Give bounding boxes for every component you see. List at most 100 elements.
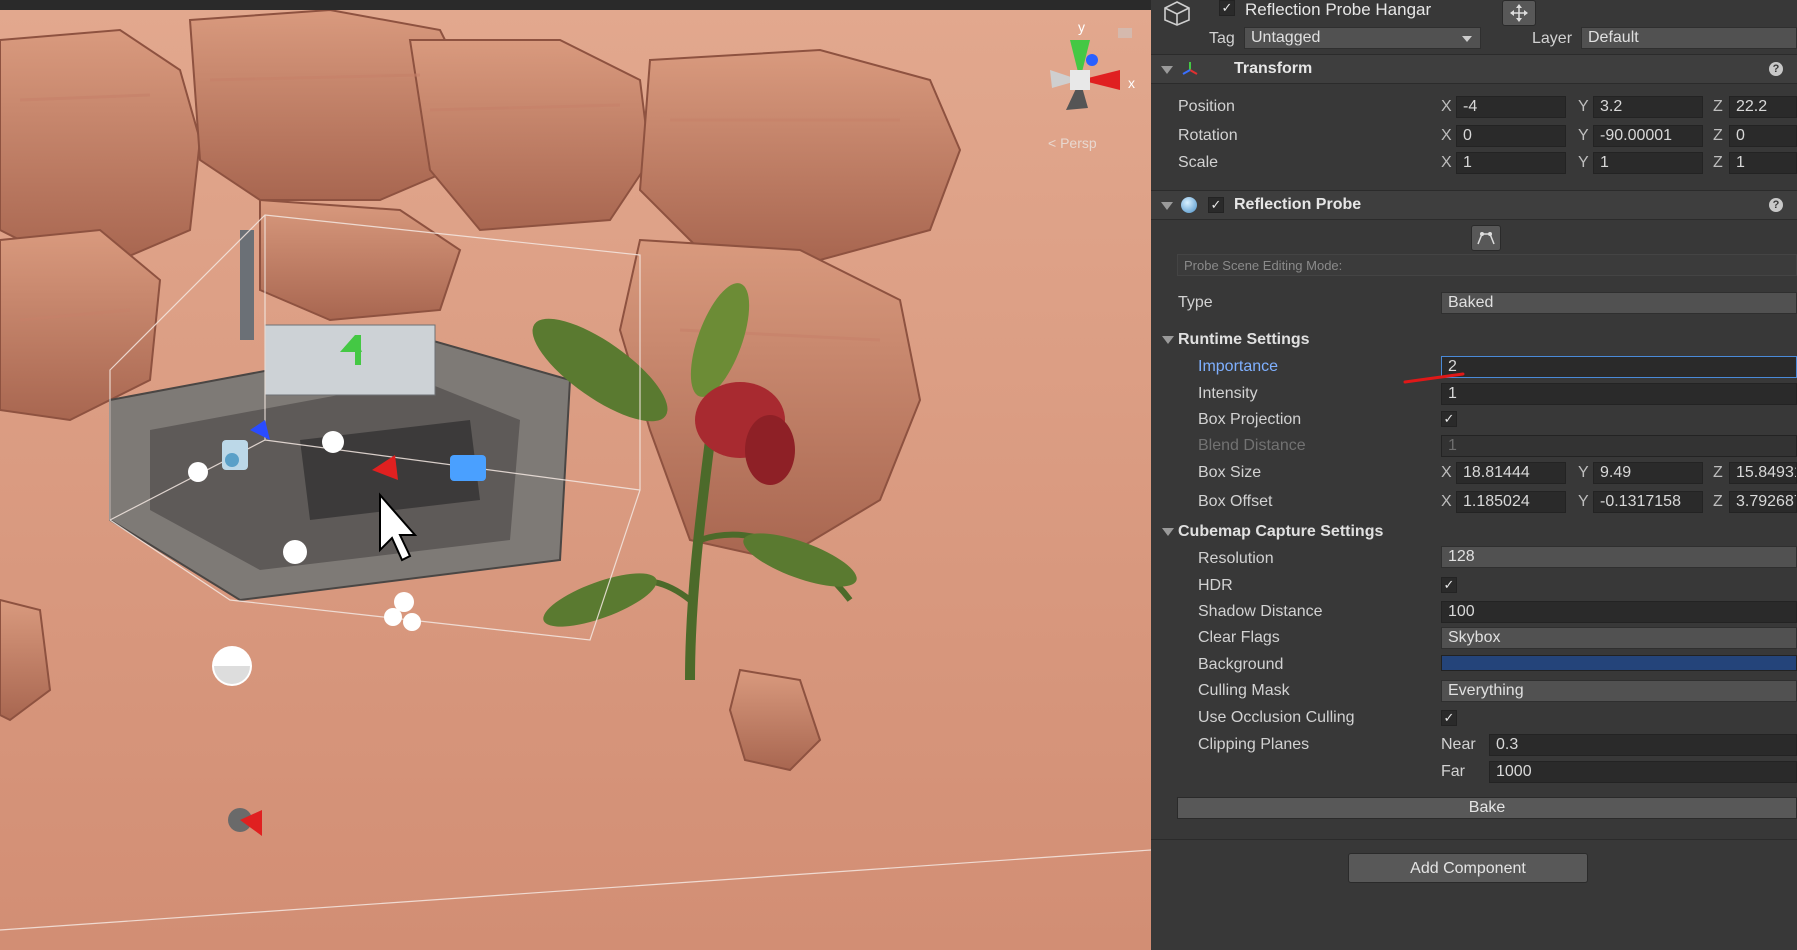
axis-x-label: X bbox=[1441, 98, 1452, 115]
tag-dropdown[interactable]: Untagged bbox=[1244, 27, 1481, 49]
cubemap-capture-title: Cubemap Capture Settings bbox=[1178, 523, 1384, 540]
far-label: Far bbox=[1441, 763, 1465, 780]
scale-z-field[interactable]: 1 bbox=[1729, 152, 1797, 174]
chevron-down-icon bbox=[1462, 36, 1472, 42]
clipping-planes-label: Clipping Planes bbox=[1198, 736, 1310, 753]
importance-label: Importance bbox=[1198, 358, 1279, 375]
near-label: Near bbox=[1441, 736, 1476, 753]
axis-y-label: Y bbox=[1578, 493, 1589, 510]
scale-y-field[interactable]: 1 bbox=[1593, 152, 1703, 174]
culling-mask-label: Culling Mask bbox=[1198, 682, 1290, 699]
add-component-button[interactable]: Add Component bbox=[1348, 853, 1588, 883]
rotation-y-field[interactable]: -90.00001 bbox=[1593, 125, 1703, 147]
shadow-distance-field[interactable]: 100 bbox=[1441, 601, 1797, 623]
axis-z-label: Z bbox=[1713, 127, 1723, 144]
reflection-probe-title: Reflection Probe bbox=[1234, 196, 1362, 213]
axis-y-label: Y bbox=[1578, 154, 1589, 171]
shadow-distance-label: Shadow Distance bbox=[1198, 603, 1323, 620]
box-size-z-field[interactable]: 15.84931 bbox=[1729, 462, 1797, 484]
axis-z-label: Z bbox=[1713, 464, 1723, 481]
culling-mask-dropdown[interactable]: Everything bbox=[1441, 680, 1797, 702]
position-x-field[interactable]: -4 bbox=[1456, 96, 1566, 118]
box-projection-checkbox[interactable]: ✓ bbox=[1441, 411, 1457, 427]
gizmo-y-label: y bbox=[1078, 19, 1085, 35]
tag-label: Tag bbox=[1209, 30, 1235, 47]
component-enabled-checkbox[interactable]: ✓ bbox=[1208, 197, 1224, 213]
rotation-label: Rotation bbox=[1178, 127, 1238, 144]
inspector-panel: ✓ Reflection Probe Hangar Tag Untagged L… bbox=[1151, 0, 1797, 950]
reflection-probe-icon bbox=[1181, 197, 1197, 213]
foldout-arrow-icon[interactable] bbox=[1161, 66, 1173, 74]
transform-title: Transform bbox=[1234, 60, 1313, 77]
layer-label: Layer bbox=[1532, 30, 1573, 47]
background-label: Background bbox=[1198, 656, 1284, 673]
foldout-arrow-icon[interactable] bbox=[1161, 202, 1173, 210]
occlusion-culling-checkbox[interactable]: ✓ bbox=[1441, 710, 1457, 726]
position-z-field[interactable]: 22.2 bbox=[1729, 96, 1797, 118]
axis-z-label: Z bbox=[1713, 493, 1723, 510]
axis-y-label: Y bbox=[1578, 464, 1589, 481]
axis-y-label: Y bbox=[1578, 98, 1589, 115]
object-name-field[interactable]: Reflection Probe Hangar bbox=[1245, 0, 1431, 20]
gameobject-cube-icon bbox=[1163, 0, 1191, 26]
axis-z-label: Z bbox=[1713, 154, 1723, 171]
box-size-x-field[interactable]: 18.81444 bbox=[1456, 462, 1566, 484]
divider bbox=[1151, 839, 1797, 840]
bake-button[interactable]: Bake bbox=[1177, 797, 1797, 819]
importance-field[interactable]: 2 bbox=[1441, 356, 1797, 378]
box-offset-z-field[interactable]: 3.792687 bbox=[1729, 491, 1797, 513]
blend-distance-label: Blend Distance bbox=[1198, 437, 1306, 454]
hdr-label: HDR bbox=[1198, 577, 1233, 594]
probe-editing-mode-box: Probe Scene Editing Mode: bbox=[1177, 254, 1797, 276]
scene-render[interactable]: y x bbox=[0, 0, 1151, 950]
occlusion-culling-label: Use Occlusion Culling bbox=[1198, 709, 1355, 726]
edit-origin-button[interactable] bbox=[1502, 0, 1536, 26]
box-size-label: Box Size bbox=[1198, 464, 1262, 481]
near-clip-field[interactable]: 0.3 bbox=[1489, 734, 1797, 756]
rotation-z-field[interactable]: 0 bbox=[1729, 125, 1797, 147]
scale-label: Scale bbox=[1178, 154, 1219, 171]
position-y-field[interactable]: 3.2 bbox=[1593, 96, 1703, 118]
clear-flags-label: Clear Flags bbox=[1198, 629, 1280, 646]
rotation-x-field[interactable]: 0 bbox=[1456, 125, 1566, 147]
axis-x-label: X bbox=[1441, 127, 1452, 144]
blend-distance-field: 1 bbox=[1441, 435, 1797, 457]
resolution-label: Resolution bbox=[1198, 550, 1274, 567]
perspective-toggle[interactable]: < Persp bbox=[1048, 135, 1097, 151]
axis-y-label: Y bbox=[1578, 127, 1589, 144]
box-projection-label: Box Projection bbox=[1198, 411, 1302, 428]
position-label: Position bbox=[1178, 98, 1235, 115]
axis-x-label: X bbox=[1441, 154, 1452, 171]
help-icon[interactable]: ? bbox=[1769, 198, 1783, 212]
resolution-dropdown[interactable]: 128 bbox=[1441, 546, 1797, 568]
edit-volume-icon bbox=[1477, 232, 1495, 245]
axis-x-label: X bbox=[1441, 493, 1452, 510]
clear-flags-dropdown[interactable]: Skybox bbox=[1441, 627, 1797, 649]
box-offset-x-field[interactable]: 1.185024 bbox=[1456, 491, 1566, 513]
intensity-field[interactable]: 1 bbox=[1441, 383, 1797, 405]
layer-dropdown[interactable]: Default bbox=[1581, 27, 1797, 49]
gizmo-x-label: x bbox=[1128, 75, 1135, 91]
box-offset-y-field[interactable]: -0.1317158 bbox=[1593, 491, 1703, 513]
box-size-y-field[interactable]: 9.49 bbox=[1593, 462, 1703, 484]
box-offset-label: Box Offset bbox=[1198, 493, 1273, 510]
edit-bounds-button[interactable] bbox=[1471, 225, 1501, 251]
move-icon bbox=[1510, 4, 1528, 22]
far-clip-field[interactable]: 1000 bbox=[1489, 761, 1797, 783]
help-icon[interactable]: ? bbox=[1769, 62, 1783, 76]
background-color-swatch[interactable] bbox=[1441, 655, 1797, 671]
scene-view[interactable]: y x < Persp bbox=[0, 0, 1151, 950]
runtime-settings-title: Runtime Settings bbox=[1178, 331, 1310, 348]
foldout-arrow-icon[interactable] bbox=[1162, 336, 1174, 344]
transform-icon bbox=[1181, 60, 1199, 78]
object-active-checkbox[interactable]: ✓ bbox=[1219, 0, 1235, 16]
type-label: Type bbox=[1178, 294, 1213, 311]
foldout-arrow-icon[interactable] bbox=[1162, 528, 1174, 536]
scene-toolbar bbox=[0, 0, 1151, 10]
reflection-probe-header[interactable]: ✓ Reflection Probe ? bbox=[1151, 190, 1797, 220]
transform-header[interactable]: Transform ? bbox=[1151, 54, 1797, 84]
axis-z-label: Z bbox=[1713, 98, 1723, 115]
scale-x-field[interactable]: 1 bbox=[1456, 152, 1566, 174]
type-dropdown[interactable]: Baked bbox=[1441, 292, 1797, 314]
hdr-checkbox[interactable]: ✓ bbox=[1441, 577, 1457, 593]
